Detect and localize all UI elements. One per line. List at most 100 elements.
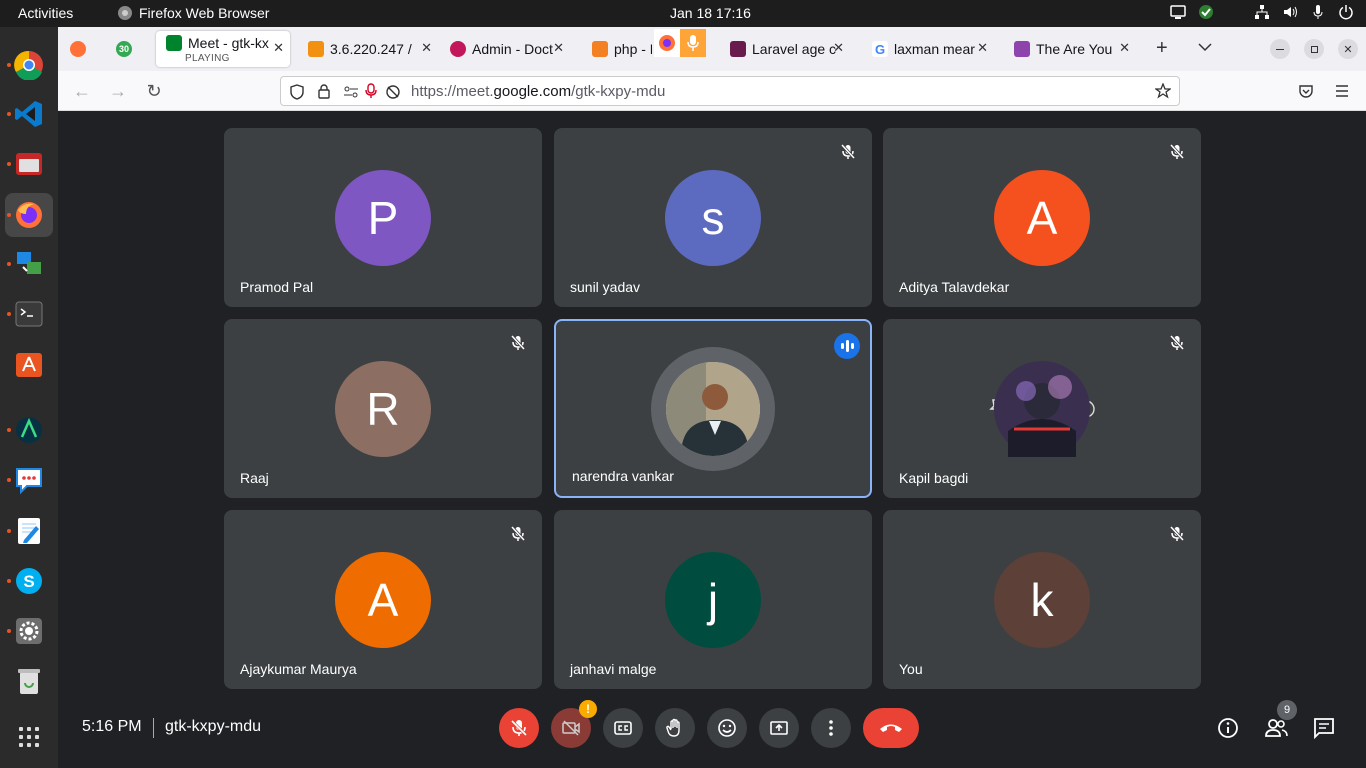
present-screen-button[interactable]: [759, 708, 799, 748]
camera-toggle-button[interactable]: !: [551, 700, 597, 748]
participant-tile[interactable]: k You: [883, 510, 1201, 689]
participant-avatar: s: [665, 170, 761, 266]
mic-off-icon: [510, 719, 528, 737]
dock-trash[interactable]: [5, 659, 53, 703]
captions-icon: [614, 721, 632, 735]
participant-tile[interactable]: R Raaj: [224, 319, 542, 498]
tab-firefox[interactable]: [60, 31, 98, 67]
more-options-button[interactable]: [811, 708, 851, 748]
screen-icon[interactable]: [1170, 4, 1186, 20]
network-icon[interactable]: [1254, 4, 1270, 20]
clock[interactable]: Jan 18 17:16: [670, 5, 751, 21]
activities-button[interactable]: Activities: [18, 5, 73, 21]
dock: S: [0, 27, 58, 768]
are-you-favicon: [1014, 41, 1030, 57]
dock-text-editor[interactable]: [5, 509, 53, 553]
new-tab-icon[interactable]: +: [1156, 37, 1168, 60]
close-tab-icon[interactable]: ✕: [1119, 40, 1130, 56]
reload-icon[interactable]: ↻: [144, 81, 164, 101]
dock-files[interactable]: [5, 142, 53, 186]
close-tab-icon[interactable]: ✕: [273, 40, 284, 56]
restore-icon[interactable]: [1304, 39, 1324, 59]
minimize-icon[interactable]: [1270, 39, 1290, 59]
raise-hand-icon: [666, 718, 680, 737]
media-indicator[interactable]: [654, 29, 708, 57]
participant-tile[interactable]: A Aditya Talavdekar: [883, 128, 1201, 307]
participant-tile[interactable]: s sunil yadav: [554, 128, 872, 307]
firefox-icon: [16, 202, 42, 228]
close-window-icon[interactable]: ✕: [1338, 39, 1358, 59]
captions-button[interactable]: [603, 708, 643, 748]
close-tab-icon[interactable]: ✕: [833, 40, 844, 56]
tab-google[interactable]: G laxman mear ✕: [862, 31, 994, 67]
system-tray[interactable]: [1170, 4, 1354, 20]
leave-call-button[interactable]: [863, 708, 919, 748]
list-tabs-icon[interactable]: [1198, 42, 1212, 52]
microphone-icon[interactable]: [1310, 4, 1326, 20]
power-icon[interactable]: [1338, 4, 1354, 20]
menu-icon[interactable]: [1335, 84, 1349, 98]
dock-skype[interactable]: S: [5, 559, 53, 603]
lock-icon[interactable]: [317, 83, 331, 99]
forward-icon[interactable]: →: [108, 81, 128, 101]
participant-name: Aditya Talavdekar: [899, 279, 1010, 295]
tab-are-you[interactable]: The Are You ✕: [1004, 31, 1136, 67]
participant-avatar: k: [994, 552, 1090, 648]
tab-meet[interactable]: Meet - gtk-kx PLAYING ✕: [156, 31, 290, 67]
participant-tile[interactable]: narendra vankar: [554, 319, 872, 498]
dock-firefox[interactable]: [5, 193, 53, 237]
permissions-icon[interactable]: [343, 84, 359, 100]
chat-button[interactable]: [1312, 716, 1336, 740]
tab-phpmyadmin[interactable]: 3.6.220.247 / ✕: [298, 31, 438, 67]
url-text[interactable]: https://meet.google.com/gtk-kxpy-mdu: [411, 83, 665, 100]
muted-mic-icon: [508, 333, 528, 353]
skype-icon: S: [16, 568, 42, 594]
dock-settings[interactable]: [5, 609, 53, 653]
microphone-toggle-button[interactable]: [499, 708, 539, 748]
close-tab-icon[interactable]: ✕: [421, 40, 432, 56]
dock-remote-desktop[interactable]: [5, 242, 53, 286]
app-menu[interactable]: Firefox Web Browser: [117, 5, 269, 21]
show-apps-button[interactable]: [5, 715, 53, 759]
pocket-icon[interactable]: [1298, 83, 1314, 99]
google-favicon: G: [872, 41, 888, 57]
vscode-icon: [15, 101, 42, 127]
participant-avatar: P: [335, 170, 431, 266]
participant-tile[interactable]: A Ajaykumar Maurya: [224, 510, 542, 689]
chrome-icon: [14, 50, 43, 80]
participant-tile[interactable]: Kapil bagdi: [883, 319, 1201, 498]
participant-avatar: A: [994, 170, 1090, 266]
reactions-button[interactable]: [707, 708, 747, 748]
participant-tile[interactable]: j janhavi malge: [554, 510, 872, 689]
dock-terminal[interactable]: [5, 292, 53, 336]
tab-laravel[interactable]: Laravel age c ✕: [720, 31, 850, 67]
running-indicator: [7, 213, 11, 217]
bookmark-star-icon[interactable]: [1155, 83, 1171, 99]
camera-warning-badge: !: [579, 700, 597, 718]
dock-vscode[interactable]: [5, 92, 53, 136]
camera-blocked-icon[interactable]: [385, 84, 401, 100]
close-tab-icon[interactable]: ✕: [553, 40, 564, 56]
tab-label: php - L: [614, 41, 652, 57]
tab-stackoverflow[interactable]: php - L: [582, 31, 652, 67]
close-tab-icon[interactable]: ✕: [977, 40, 988, 56]
mic-permission-icon[interactable]: [365, 83, 377, 99]
volume-icon[interactable]: [1282, 4, 1298, 20]
tab-calendar[interactable]: 30: [106, 31, 146, 67]
dock-software-center[interactable]: [5, 342, 53, 386]
participant-tile[interactable]: P Pramod Pal: [224, 128, 542, 307]
participant-avatar: A: [335, 552, 431, 648]
participant-avatar: [994, 361, 1090, 457]
meeting-details-button[interactable]: [1216, 716, 1240, 740]
dock-chrome[interactable]: [5, 43, 53, 87]
url-bar[interactable]: https://meet.google.com/gtk-kxpy-mdu: [280, 76, 1180, 106]
back-icon[interactable]: ←: [72, 81, 92, 101]
raise-hand-button[interactable]: [655, 708, 695, 748]
update-icon[interactable]: [1198, 4, 1214, 20]
meeting-code: gtk-kxpy-mdu: [165, 718, 262, 735]
dock-chat[interactable]: [5, 458, 53, 502]
shield-icon[interactable]: [289, 84, 305, 100]
participant-avatar: j: [665, 552, 761, 648]
tab-admin[interactable]: Admin - Doct ✕: [440, 31, 570, 67]
dock-android-studio[interactable]: [5, 408, 53, 452]
